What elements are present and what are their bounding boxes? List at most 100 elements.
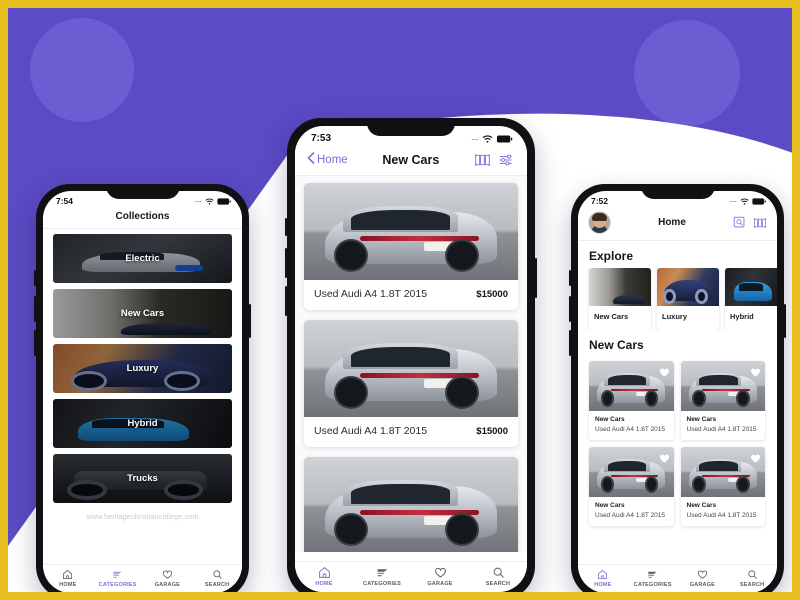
car-category: New Cars <box>595 416 625 423</box>
car-image <box>589 447 674 497</box>
tab-home[interactable]: HOME <box>578 569 628 588</box>
car-card[interactable]: New Cars Used Audi A4 1.8T 2015 <box>680 361 765 440</box>
listing-name: Used Audi A4 1.8T 2015 <box>314 425 428 437</box>
nav-bar: Home <box>578 207 777 241</box>
home-scroll[interactable]: Explore New Cars Luxury Hybrid New Cars … <box>578 241 777 559</box>
columns-view-icon[interactable] <box>753 217 767 229</box>
car-category: New Cars <box>686 416 717 423</box>
status-time: 7:52 <box>591 196 609 206</box>
tab-search[interactable]: SEARCH <box>192 569 242 588</box>
nav-bar: Home New Cars <box>295 146 527 176</box>
page-title: Home <box>658 217 686 228</box>
collection-card[interactable]: Electric <box>53 234 232 283</box>
heart-icon[interactable] <box>750 365 761 383</box>
tab-home[interactable]: HOME <box>295 566 353 587</box>
explore-card[interactable]: Luxury <box>657 268 719 330</box>
tab-label: SEARCH <box>204 582 230 588</box>
tab-categories[interactable]: CATEGORIES <box>628 569 678 588</box>
tab-garage[interactable]: GARAGE <box>678 569 728 588</box>
heart-icon[interactable] <box>659 365 670 383</box>
car-name: Used Audi A4 1.8T 2015 <box>595 426 665 433</box>
tab-label: GARAGE <box>154 582 181 588</box>
tab-bar: HOME CATEGORIES GARAGE SEARCH <box>295 561 527 592</box>
signal-dots-icon: .... <box>471 135 479 142</box>
avatar[interactable] <box>588 211 611 234</box>
explore-label: Hybrid <box>730 312 754 321</box>
nav-bar: Collections <box>43 207 242 229</box>
tab-label: CATEGORIES <box>98 582 137 588</box>
categories-icon <box>376 566 389 579</box>
tab-categories[interactable]: CATEGORIES <box>93 569 143 588</box>
listing-meta: Used Audi A4 1.8T 2015 $15000 <box>304 280 518 310</box>
collections-scroll[interactable]: Electric New Cars Luxury Hybrid Trucks w… <box>43 229 242 547</box>
car-category: New Cars <box>686 502 717 509</box>
listing-meta: Used Audi A4 1.8T 2015 $15000 <box>304 417 518 447</box>
tab-categories[interactable]: CATEGORIES <box>353 566 411 587</box>
phone-side-button <box>285 286 287 316</box>
explore-card[interactable]: Hybrid <box>725 268 777 330</box>
listing-price: $15000 <box>476 425 508 437</box>
collections-list: Electric New Cars Luxury Hybrid Trucks <box>43 229 242 503</box>
tab-label: SEARCH <box>485 581 511 587</box>
tab-home[interactable]: HOME <box>43 569 93 588</box>
tab-label: CATEGORIES <box>633 582 672 588</box>
collection-card[interactable]: Luxury <box>53 344 232 393</box>
home-icon <box>597 569 608 580</box>
phone-power-button <box>535 258 537 298</box>
collection-label: Trucks <box>127 473 158 484</box>
back-button[interactable]: Home <box>307 152 348 167</box>
phone-home: 7:52 .... Home Explore New Cars Luxury H… <box>569 184 786 592</box>
filter-sliders-icon[interactable] <box>498 153 515 167</box>
car-card[interactable]: New Cars Used Audi A4 1.8T 2015 <box>589 361 674 440</box>
poster-canvas: 7:54 .... Collections Electric New Cars … <box>8 8 792 592</box>
phone-side-button <box>569 330 571 356</box>
garage-heart-icon <box>697 569 708 580</box>
collection-card[interactable]: Hybrid <box>53 399 232 448</box>
search-box-icon[interactable] <box>733 216 746 229</box>
tab-garage[interactable]: GARAGE <box>411 566 469 587</box>
listing-price: $15000 <box>476 288 508 300</box>
tab-label: GARAGE <box>689 582 716 588</box>
explore-label: New Cars <box>594 312 629 321</box>
home-icon <box>62 569 73 580</box>
tab-label: HOME <box>59 582 77 588</box>
categories-icon <box>647 569 658 580</box>
page-title: New Cars <box>382 152 440 167</box>
columns-view-icon[interactable] <box>474 153 491 167</box>
listings-scroll[interactable]: Used Audi A4 1.8T 2015 $15000 Used Audi … <box>295 176 527 552</box>
explore-card[interactable]: New Cars <box>589 268 651 330</box>
page-title: Collections <box>115 211 170 222</box>
heart-icon[interactable] <box>750 451 761 469</box>
signal-dots-icon: .... <box>194 198 202 204</box>
collection-card[interactable]: New Cars <box>53 289 232 338</box>
phone-side-button <box>569 270 571 286</box>
car-card[interactable]: New Cars Used Audi A4 1.8T 2015 <box>589 447 674 526</box>
listing-image <box>304 320 518 417</box>
listing-card[interactable]: Used Audi A4 1.8T 2015 $15000 <box>304 457 518 552</box>
heart-icon[interactable] <box>659 451 670 469</box>
listing-card[interactable]: Used Audi A4 1.8T 2015 $15000 <box>304 320 518 447</box>
tab-garage[interactable]: GARAGE <box>143 569 193 588</box>
car-name: Used Audi A4 1.8T 2015 <box>686 512 757 519</box>
car-category: New Cars <box>595 502 625 509</box>
phone-side-button <box>34 330 36 356</box>
collection-card[interactable]: Trucks <box>53 454 232 503</box>
tab-bar: HOME CATEGORIES GARAGE SEARCH <box>578 564 777 592</box>
tab-search[interactable]: SEARCH <box>469 566 527 587</box>
background-circle-left <box>30 18 134 122</box>
wifi-icon <box>205 198 214 205</box>
wifi-icon <box>740 198 749 205</box>
listings-list: Used Audi A4 1.8T 2015 $15000 Used Audi … <box>295 176 527 552</box>
phone-notch <box>367 118 455 136</box>
explore-row[interactable]: New Cars Luxury Hybrid <box>578 268 777 330</box>
phone-power-button <box>249 304 251 338</box>
tab-search[interactable]: SEARCH <box>727 569 777 588</box>
phone-side-button <box>34 270 36 286</box>
car-card[interactable]: New Cars Used Audi A4 1.8T 2015 <box>680 447 765 526</box>
phone-collections: 7:54 .... Collections Electric New Cars … <box>34 184 251 592</box>
phone-power-button <box>784 304 786 338</box>
categories-icon <box>112 569 123 580</box>
collection-label: New Cars <box>120 308 165 319</box>
new-cars-grid: New Cars Used Audi A4 1.8T 2015 New Cars <box>578 357 777 526</box>
listing-card[interactable]: Used Audi A4 1.8T 2015 $15000 <box>304 183 518 310</box>
